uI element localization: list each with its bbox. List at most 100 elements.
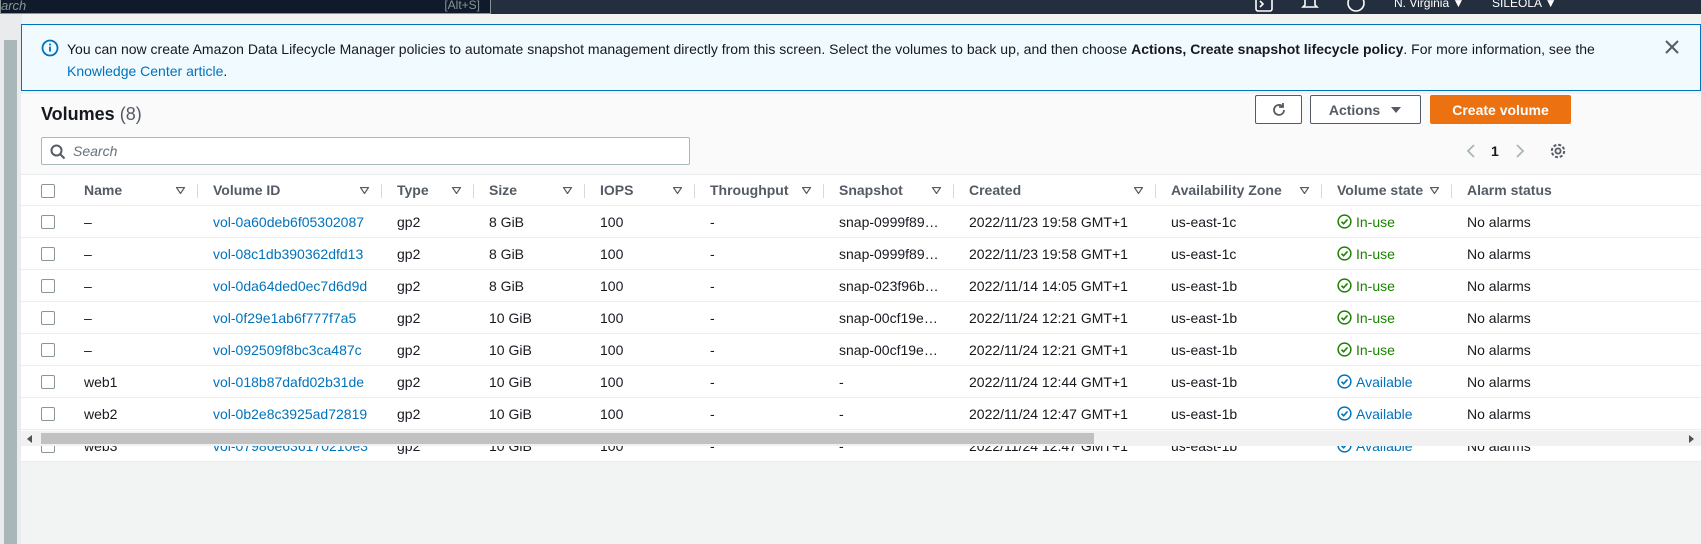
top-nav: arch [Alt+S] N. Virginia ▼ SILEOLA ▼ — [0, 0, 1701, 14]
chevron-right-icon[interactable] — [1515, 144, 1525, 158]
table-row[interactable]: web1 vol-018b87dafd02b31de gp2 10 GiB 100 - - 2… — [21, 366, 1701, 398]
table-row[interactable]: – vol-08c1db390362dfd13 gp2 8 GiB 100 - snap-0… — [21, 238, 1701, 270]
cell-throughput: - — [710, 277, 715, 294]
cell-snapshot: - — [839, 405, 844, 422]
check-circle-icon — [1337, 246, 1352, 261]
table-row[interactable]: – vol-0f29e1ab6f777f7a5 gp2 10 GiB 100 - snap-… — [21, 302, 1701, 334]
scroll-right-icon[interactable] — [1686, 434, 1696, 444]
search-field[interactable] — [41, 137, 690, 165]
cell-volume-id-link[interactable]: vol-0da64ded0ec7d6d9d — [213, 270, 367, 301]
col-separator[interactable] — [197, 184, 198, 198]
global-search-placeholder: arch — [1, 0, 27, 13]
create-volume-button[interactable]: Create volume — [1430, 95, 1571, 124]
chevron-left-icon[interactable] — [1466, 144, 1476, 158]
cell-throughput: - — [710, 405, 715, 422]
row-checkbox[interactable] — [41, 343, 55, 357]
cell-volume-id-link[interactable]: vol-0a60deb6f05302087 — [213, 206, 364, 237]
cell-size: 10 GiB — [489, 309, 532, 326]
col-separator[interactable] — [473, 184, 474, 198]
col-header-volume-state[interactable]: Volume state — [1337, 175, 1423, 205]
col-header-created[interactable]: Created — [969, 175, 1021, 205]
col-header-volume-id[interactable]: Volume ID — [213, 175, 280, 205]
cell-alarm-status: No alarms — [1467, 245, 1531, 262]
cell-volume-id-link[interactable]: vol-08c1db390362dfd13 — [213, 238, 363, 269]
sort-icon[interactable] — [1134, 187, 1143, 194]
cell-name: – — [84, 277, 92, 294]
cell-volume-id-link[interactable]: vol-0f29e1ab6f777f7a5 — [213, 302, 356, 333]
row-checkbox[interactable] — [41, 279, 55, 293]
cell-volume-id-link[interactable]: vol-0b2e8c3925ad72819 — [213, 398, 367, 429]
col-separator[interactable] — [1451, 184, 1452, 198]
cell-iops: 100 — [600, 405, 624, 422]
cell-name: – — [84, 309, 92, 326]
page-number[interactable]: 1 — [1491, 143, 1499, 159]
cell-volume-id-link[interactable]: vol-092509f8bc3ca487c — [213, 334, 362, 365]
sort-icon[interactable] — [452, 187, 461, 194]
volume-state-text: Available — [1356, 405, 1413, 422]
sort-icon[interactable] — [176, 187, 185, 194]
col-header-size[interactable]: Size — [489, 175, 517, 205]
cell-volume-id-link[interactable]: vol-018b87dafd02b31de — [213, 366, 364, 397]
sort-icon[interactable] — [360, 187, 369, 194]
col-separator[interactable] — [694, 184, 695, 198]
refresh-button[interactable] — [1255, 95, 1302, 124]
knowledge-center-link[interactable]: Knowledge Center article — [67, 63, 223, 79]
cell-iops: 100 — [600, 309, 624, 326]
volume-state-text: In-use — [1356, 309, 1395, 326]
check-circle-icon — [1337, 374, 1352, 389]
scrollbar-thumb[interactable] — [41, 433, 1094, 444]
volumes-count: (8) — [119, 104, 142, 124]
cell-snapshot: snap-023f96b… — [839, 277, 939, 294]
row-checkbox[interactable] — [41, 311, 55, 325]
scroll-left-icon[interactable] — [25, 434, 35, 444]
table-row[interactable]: – vol-0a60deb6f05302087 gp2 8 GiB 100 - snap-0… — [21, 206, 1701, 238]
cell-availability-zone: us-east-1c — [1171, 245, 1237, 262]
banner-text-1: You can now create Amazon Data Lifecycle… — [67, 41, 1132, 57]
cell-type: gp2 — [397, 213, 421, 230]
col-separator[interactable] — [1321, 184, 1322, 198]
sort-icon[interactable] — [1430, 187, 1439, 194]
col-header-snapshot[interactable]: Snapshot — [839, 175, 903, 205]
search-input[interactable] — [73, 141, 673, 161]
col-separator[interactable] — [953, 184, 954, 198]
sort-icon[interactable] — [802, 187, 811, 194]
cell-created: 2022/11/24 12:47 GMT+1 — [969, 405, 1128, 422]
select-all-checkbox[interactable] — [41, 184, 55, 198]
row-checkbox[interactable] — [41, 247, 55, 261]
sort-icon[interactable] — [1300, 187, 1309, 194]
bell-icon[interactable] — [1300, 0, 1320, 13]
region-selector[interactable]: N. Virginia ▼ — [1394, 0, 1464, 10]
banner-text: You can now create Amazon Data Lifecycle… — [67, 38, 1657, 82]
global-search-input[interactable]: arch [Alt+S] — [0, 0, 491, 14]
col-header-availability-zone[interactable]: Availability Zone — [1171, 175, 1282, 205]
table-row[interactable]: – vol-092509f8bc3ca487c gp2 10 GiB 100 - snap-… — [21, 334, 1701, 366]
col-header-alarm-status[interactable]: Alarm status — [1467, 175, 1552, 205]
row-checkbox[interactable] — [41, 215, 55, 229]
side-nav-scrollbar[interactable] — [4, 40, 17, 544]
cell-name: – — [84, 213, 92, 230]
sort-icon[interactable] — [932, 187, 941, 194]
horizontal-scrollbar[interactable] — [21, 431, 1701, 446]
table-row[interactable]: – vol-0da64ded0ec7d6d9d gp2 8 GiB 100 - snap-0… — [21, 270, 1701, 302]
sort-icon[interactable] — [563, 187, 572, 194]
cell-alarm-status: No alarms — [1467, 405, 1531, 422]
col-header-type[interactable]: Type — [397, 175, 429, 205]
help-icon[interactable] — [1346, 0, 1366, 13]
close-icon[interactable] — [1662, 37, 1682, 57]
row-checkbox[interactable] — [41, 407, 55, 421]
gear-icon[interactable] — [1549, 142, 1567, 160]
col-header-name[interactable]: Name — [84, 175, 122, 205]
info-banner: You can now create Amazon Data Lifecycle… — [21, 24, 1701, 91]
account-menu[interactable]: SILEOLA ▼ — [1492, 0, 1557, 10]
table-row[interactable]: web2 vol-0b2e8c3925ad72819 gp2 10 GiB 100 - - 2… — [21, 398, 1701, 430]
col-separator[interactable] — [1155, 184, 1156, 198]
sort-icon[interactable] — [673, 187, 682, 194]
col-header-iops[interactable]: IOPS — [600, 175, 633, 205]
col-header-throughput[interactable]: Throughput — [710, 175, 789, 205]
col-separator[interactable] — [381, 184, 382, 198]
actions-button[interactable]: Actions — [1310, 95, 1421, 124]
cloudshell-icon[interactable] — [1254, 0, 1274, 13]
col-separator[interactable] — [823, 184, 824, 198]
row-checkbox[interactable] — [41, 375, 55, 389]
col-separator[interactable] — [584, 184, 585, 198]
